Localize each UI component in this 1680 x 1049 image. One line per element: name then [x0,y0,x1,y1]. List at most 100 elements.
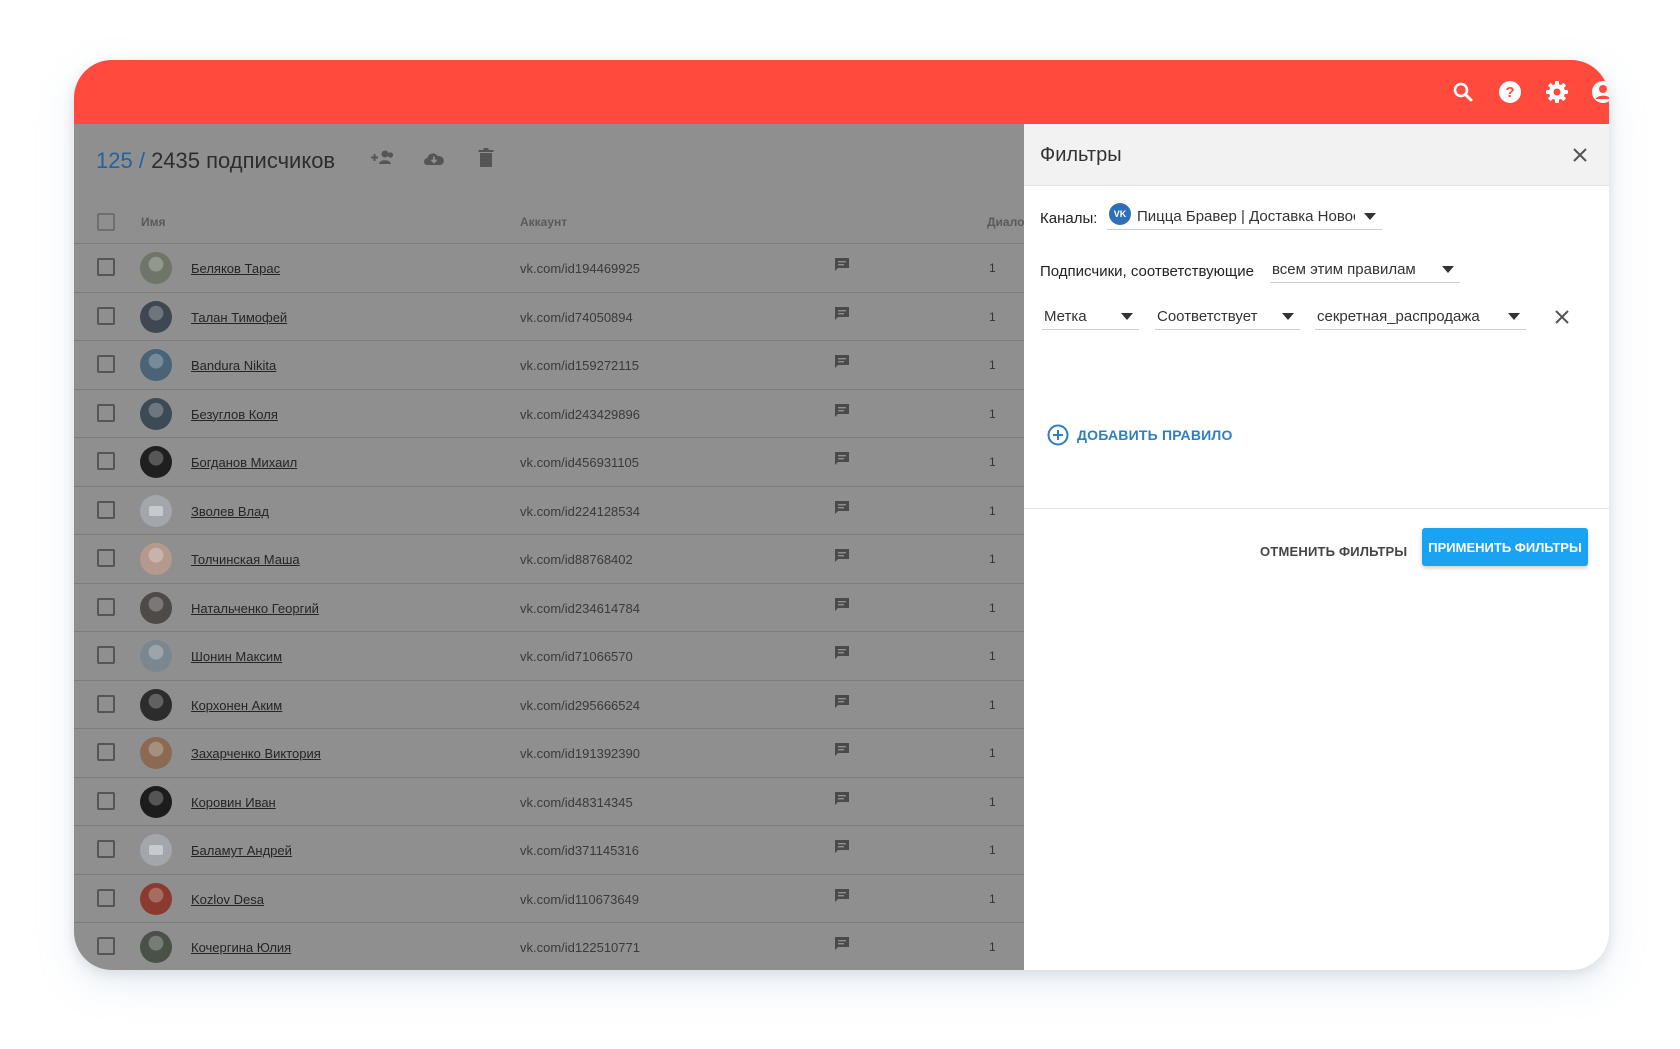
row-checkbox[interactable] [97,840,115,858]
rule-field-select[interactable]: Метка [1042,304,1139,330]
table-row[interactable]: Захарченко Виктория vk.com/id191392390 1 [74,729,1024,778]
message-icon[interactable] [834,257,850,273]
subscriber-name-link[interactable]: Баламут Андрей [191,843,292,858]
subscriber-name-link[interactable]: Bandura Nikita [191,358,276,373]
gear-icon[interactable] [1545,80,1569,104]
cancel-filters-button[interactable]: ОТМЕНИТЬ ФИЛЬТРЫ [1250,532,1417,570]
message-icon[interactable] [834,645,850,661]
table-row[interactable]: Кочергина Юлия vk.com/id122510771 1 [74,923,1024,970]
table-row[interactable]: Корхонен Аким vk.com/id295666524 1 [74,681,1024,729]
subscriber-name-link[interactable]: Безуглов Коля [191,407,278,422]
avatar[interactable] [140,543,172,575]
row-checkbox[interactable] [97,694,115,713]
subscriber-name-link[interactable]: Натальченко Георгий [191,601,319,616]
message-icon[interactable] [834,500,850,516]
account-link: vk.com/id48314345 [520,794,633,810]
message-icon[interactable] [834,597,850,613]
avatar[interactable] [140,397,172,430]
subscriber-name-link[interactable]: Толчинская Маша [191,552,300,567]
rule-operator-select[interactable]: Соответствует [1155,304,1300,330]
row-checkbox[interactable] [97,306,115,325]
table-row[interactable]: Безуглов Коля vk.com/id243429896 1 [74,390,1024,438]
avatar-placeholder[interactable] [140,834,172,866]
select-all-checkbox[interactable] [97,213,115,231]
subscriber-name-link[interactable]: Беляков Тарас [191,261,280,276]
row-checkbox[interactable] [97,597,115,616]
message-icon[interactable] [834,936,850,952]
avatar[interactable] [140,882,172,915]
message-icon[interactable] [834,839,850,855]
subscriber-name-link[interactable]: Кочергина Юлия [191,940,291,955]
table-body: Беляков Тарас vk.com/id194469925 1 Талан Ти… [74,244,1024,970]
avatar-placeholder[interactable] [140,494,172,527]
apply-filters-button[interactable]: ПРИМЕНИТЬ ФИЛЬТРЫ [1422,528,1588,566]
row-checkbox[interactable] [97,646,115,664]
avatar[interactable] [140,688,172,721]
row-checkbox[interactable] [97,258,115,276]
subscriber-name-link[interactable]: Талан Тимофей [191,310,287,325]
column-dialogs[interactable]: Диалоги [987,215,1024,229]
subscriber-name-link[interactable]: Шонин Максим [191,649,282,664]
channels-label: Каналы: [1040,210,1098,227]
table-row[interactable]: Натальченко Георгий vk.com/id234614784 1 [74,584,1024,632]
table-row[interactable]: Баламут Андрей vk.com/id371145316 1 [74,826,1024,875]
table-row[interactable]: Шонин Максим vk.com/id71066570 1 [74,632,1024,681]
subscriber-name-link[interactable]: Зволев Влад [191,504,269,519]
row-checkbox[interactable] [97,452,115,470]
row-checkbox[interactable] [97,355,115,373]
subscriber-name-link[interactable]: Kozlov Desa [191,892,264,907]
close-icon[interactable] [1571,146,1589,164]
match-select[interactable]: всем этим правилам [1270,257,1460,283]
rule-operator-value: Соответствует [1157,308,1258,325]
row-checkbox[interactable] [97,937,115,955]
message-icon[interactable] [834,354,850,370]
row-checkbox[interactable] [97,743,115,761]
table-row[interactable]: Богданов Михаил vk.com/id456931105 1 [74,438,1024,487]
row-checkbox[interactable] [97,791,115,810]
column-name[interactable]: Имя [141,215,166,229]
message-icon[interactable] [834,306,850,322]
avatar[interactable] [140,252,172,284]
table-row[interactable]: Толчинская Маша vk.com/id88768402 1 [74,535,1024,584]
avatar[interactable] [140,300,172,333]
account-icon[interactable] [1591,80,1609,104]
avatar[interactable] [140,931,172,963]
table-row[interactable]: Талан Тимофей vk.com/id74050894 1 [74,293,1024,341]
row-checkbox[interactable] [97,500,115,519]
message-icon[interactable] [834,403,850,419]
remove-rule-icon[interactable] [1554,309,1570,325]
message-icon[interactable] [834,694,850,710]
table-row[interactable]: Зволев Влад vk.com/id224128534 1 [74,487,1024,535]
message-icon[interactable] [834,742,850,758]
account-link: vk.com/id159272115 [520,358,640,373]
subscriber-name-link[interactable]: Богданов Михаил [191,455,297,470]
column-account[interactable]: Аккаунт [520,215,567,229]
channel-select[interactable]: VK Пицца Бравер | Доставка Новосибирск [1107,203,1382,230]
rule-value-select[interactable]: секретная_распродажа [1315,304,1526,330]
message-icon[interactable] [834,451,850,467]
row-checkbox[interactable] [97,549,115,567]
message-icon[interactable] [834,888,850,904]
subscriber-name-link[interactable]: Корхонен Аким [191,698,282,713]
message-icon[interactable] [834,548,850,564]
subscriber-name-link[interactable]: Захарченко Виктория [191,746,321,761]
avatar[interactable] [140,349,172,381]
row-checkbox[interactable] [97,888,115,907]
avatar[interactable] [140,640,172,672]
subscriber-name-link[interactable]: Коровин Иван [191,795,276,810]
table-row[interactable]: Беляков Тарас vk.com/id194469925 1 [74,244,1024,293]
add-people-icon[interactable] [368,144,396,172]
table-row[interactable]: Kozlov Desa vk.com/id110673649 1 [74,875,1024,923]
table-row[interactable]: Bandura Nikita vk.com/id159272115 1 [74,341,1024,390]
avatar[interactable] [140,446,172,478]
table-row[interactable]: Коровин Иван vk.com/id48314345 1 [74,778,1024,826]
avatar[interactable] [140,737,172,769]
cloud-download-icon[interactable] [420,144,448,172]
help-icon[interactable]: ? [1498,80,1522,104]
row-checkbox[interactable] [97,403,115,422]
trash-icon[interactable] [472,144,500,172]
search-icon[interactable] [1451,80,1475,104]
message-icon[interactable] [834,791,850,807]
avatar[interactable] [140,591,172,624]
avatar[interactable] [140,785,172,818]
